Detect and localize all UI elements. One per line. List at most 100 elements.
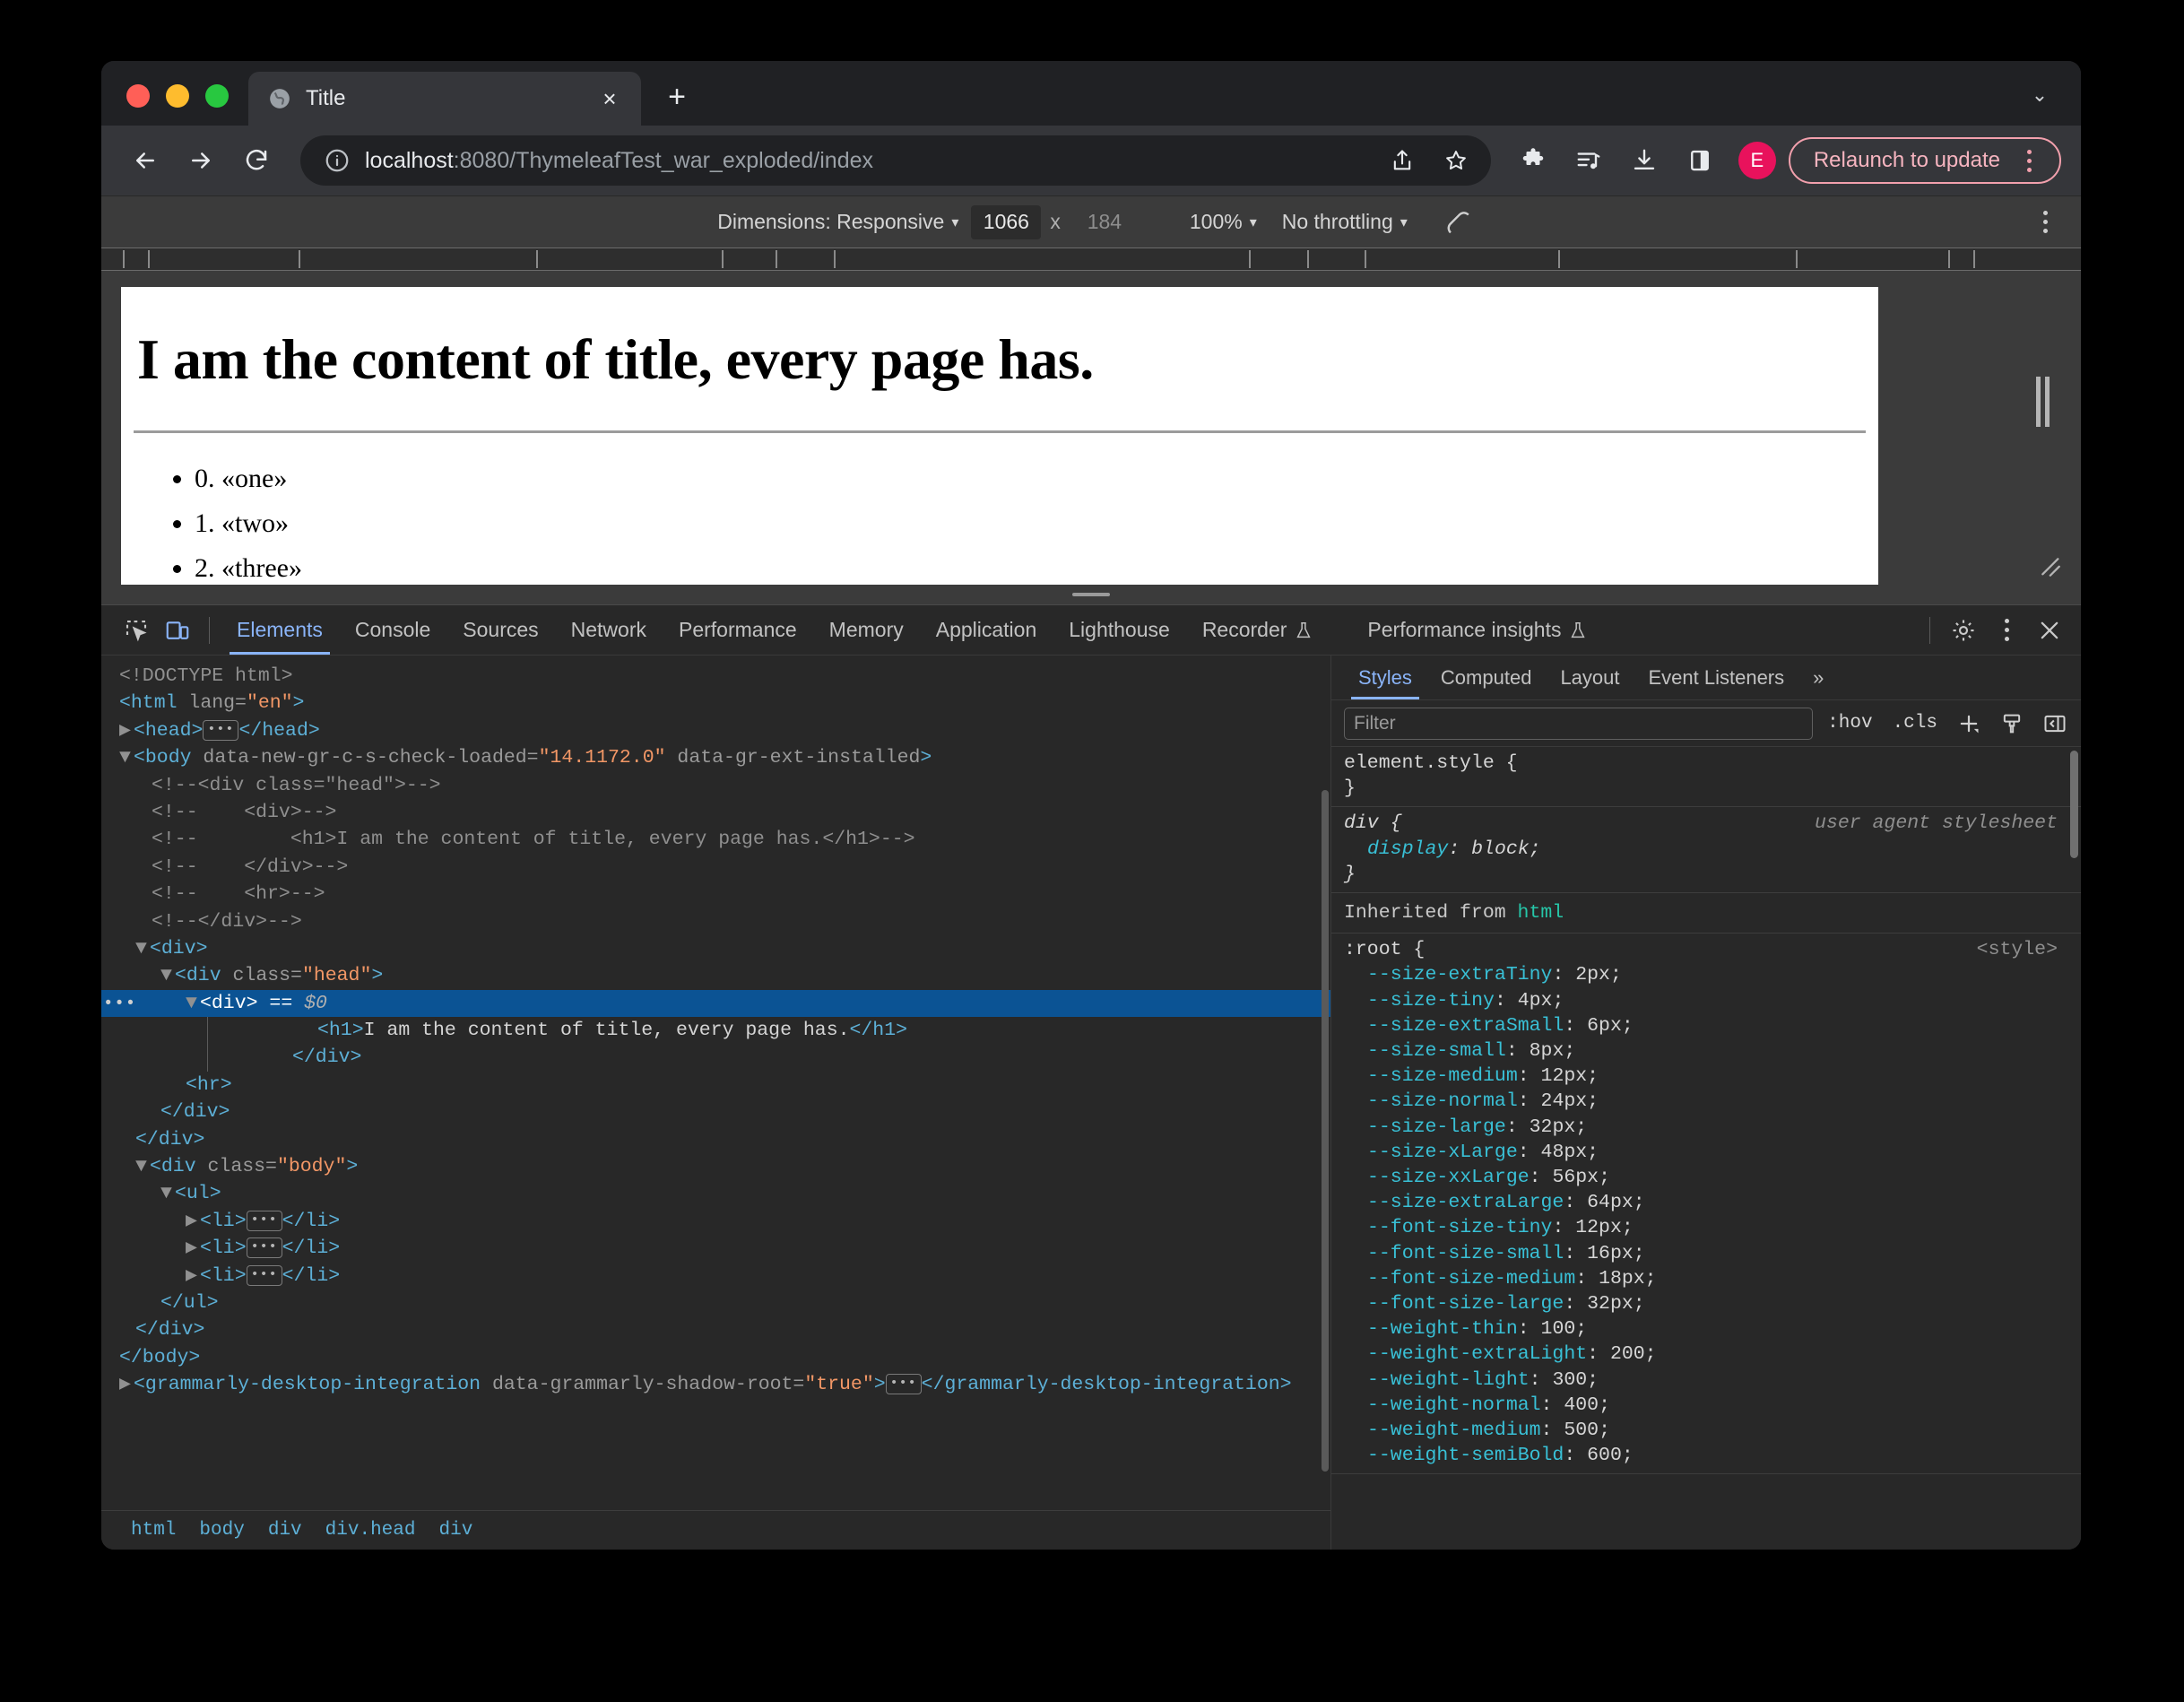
dom-tree[interactable]: <!DOCTYPE html> <html lang="en"> ▶ <head>…: [101, 656, 1330, 1510]
declaration-value[interactable]: 56px: [1552, 1167, 1599, 1188]
collapsed-children-badge[interactable]: •••: [246, 1237, 282, 1259]
viewport-width-input[interactable]: 1066: [971, 204, 1042, 239]
expand-triangle-icon[interactable]: ▶: [186, 1263, 200, 1290]
dom-line[interactable]: <!DOCTYPE html>: [101, 663, 1330, 690]
new-tab-button[interactable]: +: [655, 75, 698, 118]
close-window-button[interactable]: [126, 84, 150, 108]
devtools-drag-handle[interactable]: [101, 585, 2081, 604]
declaration-value[interactable]: block: [1471, 838, 1530, 860]
dom-line[interactable]: ▶ <li> ••• </li>: [101, 1235, 1330, 1262]
declaration-value[interactable]: 6px: [1587, 1015, 1622, 1037]
kebab-menu-icon[interactable]: [2027, 202, 2063, 243]
tab-styles[interactable]: Styles: [1344, 656, 1426, 699]
breadcrumb-item-div[interactable]: div: [256, 1520, 314, 1541]
rule-origin[interactable]: <style>: [1977, 937, 2058, 962]
relaunch-to-update-button[interactable]: Relaunch to update: [1788, 137, 2061, 184]
declaration-property[interactable]: --size-medium: [1344, 1065, 1518, 1087]
rule-selector[interactable]: :root: [1344, 939, 1402, 960]
rule-selector[interactable]: element.style: [1344, 752, 1495, 774]
collapsed-children-badge[interactable]: •••: [203, 719, 239, 741]
dom-line[interactable]: </div>: [101, 1098, 1330, 1125]
dom-line[interactable]: </div>: [101, 1316, 1330, 1343]
tab-lighthouse[interactable]: Lighthouse: [1053, 606, 1186, 655]
declaration-value[interactable]: 32px: [1530, 1116, 1576, 1138]
kebab-menu-icon[interactable]: [1986, 611, 2027, 650]
style-rule-div[interactable]: div {user agent stylesheet display: bloc…: [1331, 807, 2081, 894]
puzzle-piece-icon[interactable]: [1507, 135, 1559, 187]
declaration-property[interactable]: --weight-semiBold: [1344, 1445, 1564, 1466]
declaration-value[interactable]: 32px: [1587, 1293, 1634, 1315]
dom-tree-scrollbar[interactable]: [1322, 790, 1329, 1472]
more-tabs-icon[interactable]: »: [1798, 656, 1838, 699]
declaration-value[interactable]: 2px: [1575, 964, 1610, 986]
declaration-property[interactable]: --weight-thin: [1344, 1318, 1518, 1340]
dom-line[interactable]: ▼ <div class="body">: [101, 1153, 1330, 1180]
dom-line[interactable]: ▶ <li> ••• </li>: [101, 1263, 1330, 1290]
collapse-triangle-icon[interactable]: ▼: [135, 935, 150, 962]
declaration-property[interactable]: --size-xLarge: [1344, 1142, 1518, 1163]
declaration-property[interactable]: --size-extraLarge: [1344, 1192, 1564, 1213]
declaration-property[interactable]: --size-normal: [1344, 1090, 1518, 1112]
media-list-icon[interactable]: [1563, 135, 1615, 187]
breadcrumb-item-body[interactable]: body: [187, 1520, 256, 1541]
declaration-property[interactable]: --font-size-medium: [1344, 1268, 1575, 1290]
back-arrow-icon[interactable]: [119, 135, 171, 187]
declaration-property[interactable]: display: [1344, 838, 1448, 860]
collapse-triangle-icon[interactable]: ▼: [160, 1180, 175, 1207]
declaration-property[interactable]: --size-tiny: [1344, 990, 1495, 1012]
viewport-height-input[interactable]: 184: [1070, 205, 1140, 239]
dom-line[interactable]: <hr>: [101, 1072, 1330, 1098]
declaration-value[interactable]: 400: [1564, 1394, 1599, 1416]
throttling-select[interactable]: No throttling ▾: [1270, 210, 1420, 234]
inherited-element[interactable]: html: [1518, 902, 1564, 924]
dom-line[interactable]: </ul>: [101, 1290, 1330, 1316]
viewport-resize-corner[interactable]: [2032, 549, 2063, 579]
info-circle-icon[interactable]: [320, 143, 354, 178]
declaration-property[interactable]: --size-extraSmall: [1344, 1015, 1564, 1037]
declaration-value[interactable]: 4px: [1518, 990, 1553, 1012]
tab-recorder[interactable]: Recorder: [1186, 606, 1330, 655]
declaration-value[interactable]: 16px: [1587, 1243, 1634, 1264]
tab-computed[interactable]: Computed: [1426, 656, 1547, 699]
dom-line[interactable]: <!-- <div>-->: [101, 799, 1330, 826]
dom-line[interactable]: ▶ <head> ••• </head>: [101, 717, 1330, 744]
dom-line[interactable]: ▼ <ul>: [101, 1180, 1330, 1207]
styles-scrollbar[interactable]: [2070, 751, 2078, 858]
dom-line[interactable]: <!--</div>-->: [101, 908, 1330, 935]
tab-layout[interactable]: Layout: [1546, 656, 1634, 699]
toggle-sidebar-icon[interactable]: [2038, 707, 2072, 741]
collapse-triangle-icon[interactable]: ▼: [119, 744, 134, 771]
declaration-value[interactable]: 600: [1587, 1445, 1622, 1466]
declaration-property[interactable]: --size-large: [1344, 1116, 1506, 1138]
declaration-value[interactable]: 12px: [1541, 1065, 1588, 1087]
declaration-property[interactable]: --size-extraTiny: [1344, 964, 1552, 986]
row-more-icon[interactable]: •••: [103, 990, 136, 1017]
declaration-property[interactable]: --weight-medium: [1344, 1420, 1541, 1441]
device-dimensions-select[interactable]: Dimensions: Responsive ▾: [705, 210, 971, 234]
dom-line[interactable]: </div>: [101, 1126, 1330, 1153]
browser-tab[interactable]: Title ×: [248, 72, 641, 126]
declaration-property[interactable]: --weight-extraLight: [1344, 1343, 1587, 1365]
declaration-value[interactable]: 18px: [1599, 1268, 1645, 1290]
viewport-resize-handle[interactable]: [2036, 377, 2050, 427]
declaration-property[interactable]: --font-size-tiny: [1344, 1217, 1552, 1238]
side-panel-icon[interactable]: [1674, 135, 1726, 187]
tab-network[interactable]: Network: [555, 606, 663, 655]
hov-toggle[interactable]: :hov: [1822, 713, 1877, 734]
expand-triangle-icon[interactable]: ▶: [119, 717, 134, 744]
breadcrumb-item-div-head[interactable]: div.head: [314, 1520, 428, 1541]
collapse-triangle-icon[interactable]: ▼: [186, 990, 200, 1017]
expand-triangle-icon[interactable]: ▶: [186, 1235, 200, 1262]
dom-line[interactable]: <!-- <hr>-->: [101, 881, 1330, 907]
cls-toggle[interactable]: .cls: [1887, 713, 1943, 734]
dom-line[interactable]: </div>: [207, 1044, 1330, 1072]
style-rule-root[interactable]: :root {<style> --size-extraTiny: 2px; --…: [1331, 933, 2081, 1475]
declaration-property[interactable]: --weight-normal: [1344, 1394, 1541, 1416]
inspect-element-icon[interactable]: [116, 611, 157, 650]
tab-sources[interactable]: Sources: [446, 606, 554, 655]
declaration-value[interactable]: 100: [1541, 1318, 1576, 1340]
expand-triangle-icon[interactable]: ▶: [119, 1371, 134, 1398]
profile-avatar[interactable]: E: [1738, 142, 1776, 179]
star-icon[interactable]: [1430, 135, 1482, 187]
dom-line-selected[interactable]: ••• ▼ <div> == $0: [101, 989, 1330, 1018]
